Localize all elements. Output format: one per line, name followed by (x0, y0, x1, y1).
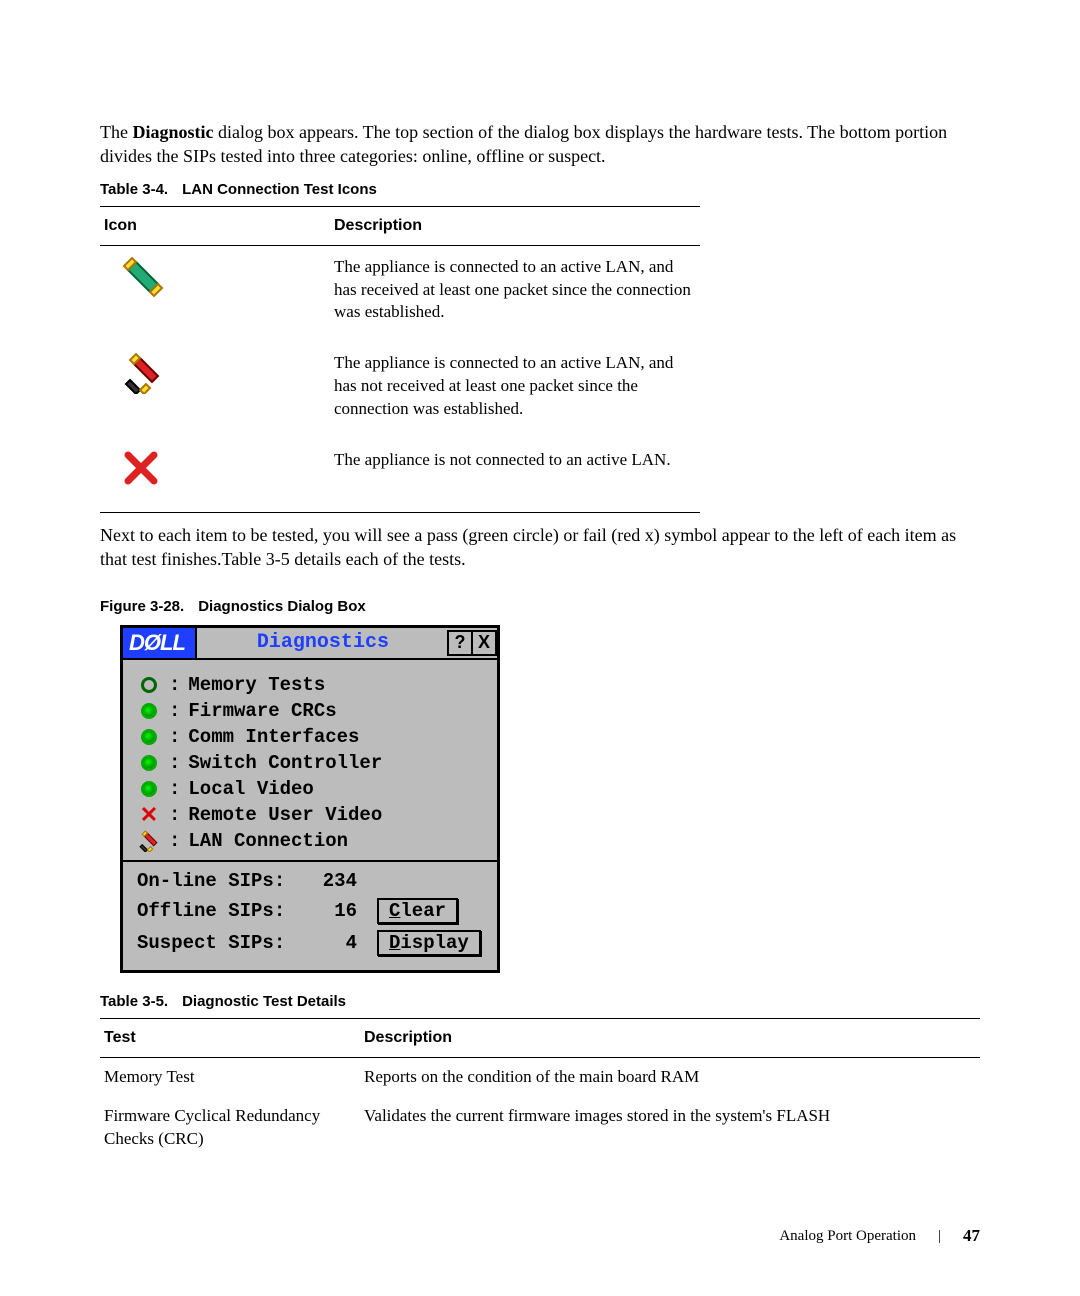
table-3-4: Icon Description The appliance is connec… (100, 206, 700, 514)
status-pass-icon (137, 703, 161, 719)
test-name-cell: Firmware Cyclical Redundancy Checks (CRC… (100, 1097, 360, 1159)
test-label: Remote User Video (188, 804, 382, 826)
table-row: The appliance is connected to an active … (100, 342, 700, 439)
close-button[interactable]: X (471, 630, 497, 656)
page-number: 47 (963, 1226, 980, 1246)
col-description-header: Description (330, 206, 700, 245)
suspect-sips-label: Suspect SIPs: (137, 932, 307, 954)
table-row: Firmware Cyclical Redundancy Checks (CRC… (100, 1097, 980, 1159)
test-name-cell: Memory Test (100, 1057, 360, 1096)
test-label: LAN Connection (188, 830, 348, 852)
status-pass-icon (137, 781, 161, 797)
intro-paragraph: The Diagnostic dialog box appears. The t… (100, 120, 980, 169)
test-label: Local Video (188, 778, 313, 800)
footer-separator: | (938, 1228, 941, 1245)
intro-text-c: dialog box appears. The top section of t… (100, 122, 947, 166)
display-button[interactable]: Display (377, 930, 481, 956)
table-3-5-title: Diagnostic Test Details (182, 993, 346, 1010)
status-lan-icon (137, 830, 161, 852)
suspect-sips-row: Suspect SIPs: 4 Display (137, 930, 483, 956)
figure-3-28-title: Diagnostics Dialog Box (198, 598, 366, 615)
clear-accel: C (389, 900, 400, 922)
test-label: Memory Tests (188, 674, 325, 696)
test-row-localvideo: : Local Video (137, 778, 483, 800)
table-3-5-caption: Table 3-5. Diagnostic Test Details (100, 993, 980, 1010)
test-row-memory: : Memory Tests (137, 674, 483, 696)
clear-button[interactable]: Clear (377, 898, 458, 924)
dell-logo: DØLL (123, 628, 197, 658)
table-3-4-title: LAN Connection Test Icons (182, 181, 377, 198)
desc-cell: The appliance is connected to an active … (330, 245, 700, 342)
test-row-remotevideo: ✕ : Remote User Video (137, 804, 483, 826)
table-3-5: Test Description Memory Test Reports on … (100, 1018, 980, 1159)
intro-diagnostic-word: Diagnostic (132, 122, 213, 142)
lan-connected-inactive-icon (122, 352, 164, 394)
test-row-switch: : Switch Controller (137, 752, 483, 774)
table-3-4-number: Table 3-4. (100, 181, 168, 198)
dialog-titlebar: DØLL Diagnostics ? X (123, 628, 497, 660)
online-sips-value: 234 (307, 870, 357, 892)
test-desc-cell: Validates the current firmware images st… (360, 1097, 980, 1159)
suspect-sips-value: 4 (307, 932, 357, 954)
table-3-4-caption: Table 3-4. LAN Connection Test Icons (100, 181, 980, 198)
col-description-header: Description (360, 1018, 980, 1057)
status-running-icon (137, 677, 161, 693)
status-fail-icon: ✕ (137, 807, 161, 823)
test-row-firmware: : Firmware CRCs (137, 700, 483, 722)
test-row-comm: : Comm Interfaces (137, 726, 483, 748)
footer-section: Analog Port Operation (779, 1228, 916, 1245)
desc-cell: The appliance is connected to an active … (330, 342, 700, 439)
lan-disconnected-icon (122, 449, 160, 487)
test-label: Switch Controller (188, 752, 382, 774)
status-pass-icon (137, 755, 161, 771)
status-pass-icon (137, 729, 161, 745)
table-3-5-number: Table 3-5. (100, 993, 168, 1010)
offline-sips-row: Offline SIPs: 16 Clear (137, 898, 483, 924)
page-footer: Analog Port Operation | 47 (779, 1226, 980, 1246)
table-row: The appliance is not connected to an act… (100, 439, 700, 512)
table-row: Memory Test Reports on the condition of … (100, 1057, 980, 1096)
display-accel: D (389, 932, 400, 954)
table-row: The appliance is connected to an active … (100, 245, 700, 342)
display-rest: isplay (400, 932, 468, 954)
help-button[interactable]: ? (447, 630, 473, 656)
mid-paragraph: Next to each item to be tested, you will… (100, 523, 980, 572)
test-row-lan: : LAN Connection (137, 830, 483, 852)
online-sips-label: On-line SIPs: (137, 870, 307, 892)
dialog-title: Diagnostics (197, 631, 449, 654)
online-sips-row: On-line SIPs: 234 (137, 870, 483, 892)
desc-cell: The appliance is not connected to an act… (330, 439, 700, 512)
test-label: Comm Interfaces (188, 726, 359, 748)
lan-connected-active-icon (122, 256, 164, 298)
col-icon-header: Icon (100, 206, 330, 245)
col-test-header: Test (100, 1018, 360, 1057)
offline-sips-value: 16 (307, 900, 357, 922)
clear-rest: lear (400, 900, 446, 922)
test-desc-cell: Reports on the condition of the main boa… (360, 1057, 980, 1096)
test-label: Firmware CRCs (188, 700, 336, 722)
dialog-separator (123, 860, 497, 862)
figure-3-28-number: Figure 3-28. (100, 598, 184, 615)
offline-sips-label: Offline SIPs: (137, 900, 307, 922)
intro-text-a: The (100, 122, 132, 142)
diagnostics-dialog: DØLL Diagnostics ? X : Memory Tests : Fi… (120, 625, 500, 973)
figure-3-28-caption: Figure 3-28. Diagnostics Dialog Box (100, 598, 980, 615)
